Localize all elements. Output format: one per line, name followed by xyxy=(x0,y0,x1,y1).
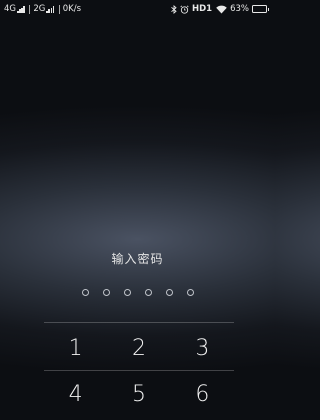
status-separator xyxy=(58,4,60,14)
keypad-row-2: 4 5 6 xyxy=(44,371,234,417)
network-2-label: 2G xyxy=(33,4,46,14)
key-4[interactable]: 4 xyxy=(44,371,107,417)
key-6[interactable]: 6 xyxy=(171,371,234,417)
keypad-divider xyxy=(44,370,234,371)
pin-dot xyxy=(102,289,110,296)
network-2: 2G xyxy=(33,4,55,14)
battery-percent: 63% xyxy=(230,4,249,14)
keypad-divider xyxy=(44,322,234,323)
key-1[interactable]: 1 xyxy=(44,325,107,371)
network-1: 4G xyxy=(4,4,25,14)
alarm-icon xyxy=(180,4,189,14)
network-1-label: 4G xyxy=(4,4,16,14)
key-5[interactable]: 5 xyxy=(107,371,170,417)
signal-bars-icon xyxy=(46,5,55,13)
pin-dot xyxy=(123,289,131,296)
keypad-row-1: 1 2 3 xyxy=(44,325,234,371)
signal-bars-icon xyxy=(17,5,25,13)
pin-dot xyxy=(144,289,152,296)
pin-dot xyxy=(81,289,89,296)
pin-dot xyxy=(165,289,173,296)
pin-indicator xyxy=(0,289,275,296)
network-speed: 0K/s xyxy=(62,4,82,14)
status-left: 4G 2G 0K/s xyxy=(4,4,81,14)
wifi-icon xyxy=(216,5,227,14)
status-right: HD1 63% xyxy=(171,4,269,14)
bluetooth-icon xyxy=(171,4,177,14)
pin-dot xyxy=(186,289,194,296)
status-bar: 4G 2G 0K/s HD1 63% xyxy=(0,0,275,18)
key-3[interactable]: 3 xyxy=(171,325,234,371)
hd-label: HD1 xyxy=(192,4,213,14)
key-2[interactable]: 2 xyxy=(107,325,170,371)
number-keypad: 1 2 3 4 5 6 xyxy=(44,325,234,417)
status-separator xyxy=(29,4,31,14)
battery-icon xyxy=(252,5,269,13)
password-prompt: 输入密码 xyxy=(111,252,164,266)
